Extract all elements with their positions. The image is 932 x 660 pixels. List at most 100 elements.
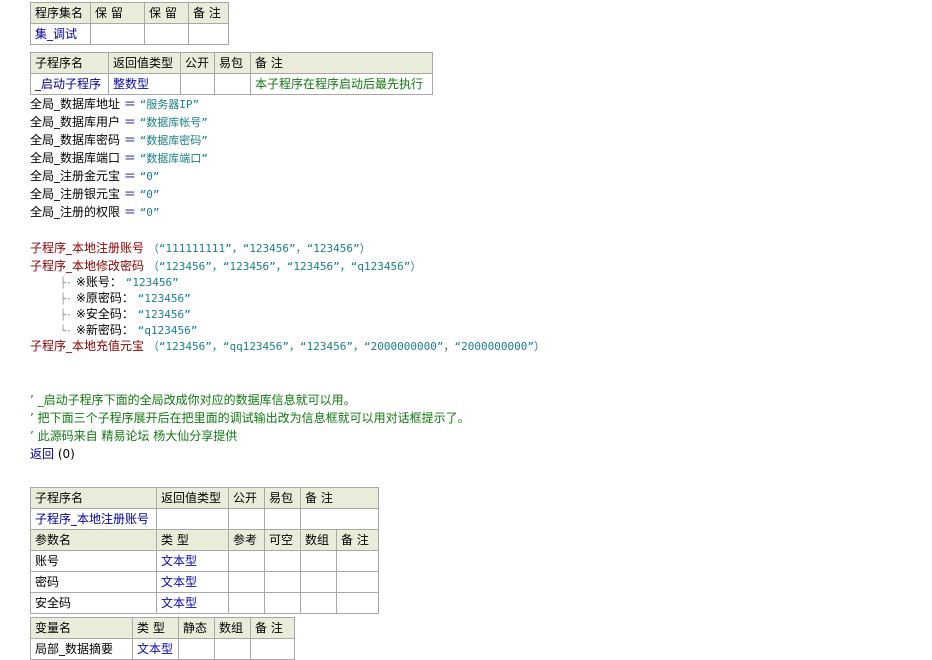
cell[interactable] — [228, 508, 265, 530]
assembly-row[interactable]: 集_调试 — [30, 23, 229, 45]
header-cell: 数组 — [300, 529, 337, 551]
param-name-cell[interactable]: 账号 — [30, 550, 157, 572]
param-row[interactable]: 安全码 文本型 — [30, 592, 380, 614]
code-line[interactable]: 全局_数据库地址 ＝ “服务器IP” — [30, 95, 199, 113]
var-type-cell[interactable]: 文本型 — [132, 638, 179, 660]
tree-branch-icon: ├· — [60, 310, 73, 321]
var-name: 全局_数据库密码 — [30, 133, 121, 147]
cell[interactable] — [264, 592, 301, 614]
cell[interactable] — [214, 638, 251, 660]
header-cell: 保 留 — [90, 2, 145, 24]
code-line[interactable]: 返回 (0) — [30, 445, 75, 463]
cell[interactable] — [264, 550, 301, 572]
sub-name-cell[interactable]: _启动子程序 — [30, 73, 109, 95]
code-line[interactable]: 全局_注册的权限 ＝ “0” — [30, 203, 160, 221]
cell[interactable] — [335, 550, 380, 572]
param-tree-item[interactable]: ├· ※安全码： “123456” — [60, 306, 191, 322]
remark-cell[interactable]: 本子程序在程序启动后最先执行 — [250, 73, 433, 95]
sub-name-cell[interactable]: 子程序_本地注册账号 — [30, 508, 157, 530]
header-cell: 备 注 — [299, 487, 380, 509]
cell[interactable] — [300, 571, 337, 593]
operator: ＝ — [123, 133, 136, 147]
code-line[interactable]: 全局_数据库密码 ＝ “数据库密码” — [30, 131, 208, 149]
param-tree-item[interactable]: └· ※新密码： “q123456” — [60, 322, 197, 338]
param-row[interactable]: 账号 文本型 — [30, 550, 380, 572]
register-sub-table: 子程序名 返回值类型 公开 易包 备 注 子程序_本地注册账号 参数名 类 型 … — [30, 487, 380, 614]
param-name-cell[interactable]: 密码 — [30, 571, 157, 593]
cell[interactable] — [300, 550, 337, 572]
cell[interactable] — [178, 638, 215, 660]
header-cell: 易包 — [214, 52, 251, 74]
cell[interactable] — [264, 571, 301, 593]
header-cell: 公开 — [180, 52, 215, 74]
param-label: ※账号： — [75, 275, 122, 289]
param-row[interactable]: 密码 文本型 — [30, 571, 380, 593]
cell[interactable] — [300, 592, 337, 614]
return-type-cell[interactable]: 整数型 — [108, 73, 181, 95]
header-cell: 备 注 — [250, 617, 295, 639]
header-cell: 程序集名 — [30, 2, 91, 24]
cell[interactable] — [214, 73, 251, 95]
header-cell: 易包 — [264, 487, 301, 509]
cell[interactable] — [228, 592, 265, 614]
header-cell: 备 注 — [188, 2, 229, 24]
param-name-cell[interactable]: 安全码 — [30, 592, 157, 614]
code-line[interactable]: 子程序_本地充值元宝 （“123456”，“qq123456”，“123456”… — [30, 337, 545, 355]
cell[interactable] — [228, 550, 265, 572]
assembly-name-cell[interactable]: 集_调试 — [30, 23, 91, 45]
param-tree-item[interactable]: ├· ※原密码： “123456” — [60, 290, 191, 306]
operator: ＝ — [123, 187, 136, 201]
cell[interactable] — [180, 73, 215, 95]
var-name: 全局_数据库用户 — [30, 115, 121, 129]
comment-line[interactable]: ’ 把下面三个子程序展开后在把里面的调试输出改为信息框就可以用对话框提示了。 — [30, 409, 470, 427]
code-line[interactable]: 全局_注册金元宝 ＝ “0” — [30, 167, 160, 185]
code-line[interactable]: 子程序_本地注册账号 （“111111111”，“123456”，“123456… — [30, 239, 371, 257]
string-literal: “服务器IP” — [139, 98, 200, 111]
param-type-cell[interactable]: 文本型 — [156, 550, 229, 572]
sub-header-row: 子程序名 返回值类型 公开 易包 备 注 — [30, 487, 380, 509]
var-name: 全局_注册银元宝 — [30, 187, 121, 201]
cell[interactable] — [144, 23, 189, 45]
cell[interactable] — [250, 638, 295, 660]
call-name: 子程序_本地充值元宝 — [30, 339, 145, 353]
code-line[interactable]: 全局_注册银元宝 ＝ “0” — [30, 185, 160, 203]
cell[interactable] — [299, 508, 380, 530]
header-cell: 备 注 — [335, 529, 380, 551]
tree-branch-icon: ├· — [60, 294, 73, 305]
cell[interactable] — [335, 571, 380, 593]
param-tree-item[interactable]: ├· ※账号： “123456” — [60, 274, 179, 290]
tree-branch-end-icon: └· — [60, 326, 73, 337]
var-header-row: 变量名 类 型 静态 数组 备 注 — [30, 617, 295, 639]
string-literal: “数据库端口” — [139, 152, 208, 165]
code-line[interactable]: 全局_数据库用户 ＝ “数据库帐号” — [30, 113, 208, 131]
header-cell: 静态 — [178, 617, 215, 639]
header-cell: 数组 — [214, 617, 251, 639]
code-line[interactable]: 子程序_本地修改密码 （“123456”，“123456”，“123456”，“… — [30, 257, 421, 275]
string-literal: “数据库密码” — [139, 134, 208, 147]
header-cell: 变量名 — [30, 617, 133, 639]
code-line[interactable]: 全局_数据库端口 ＝ “数据库端口” — [30, 149, 208, 167]
sub-row[interactable]: _启动子程序 整数型 本子程序在程序启动后最先执行 — [30, 73, 433, 95]
cell[interactable] — [228, 571, 265, 593]
cell[interactable] — [264, 508, 301, 530]
var-row[interactable]: 局部_数据摘要 文本型 — [30, 638, 295, 660]
var-name-cell[interactable]: 局部_数据摘要 — [30, 638, 133, 660]
return-keyword: 返回 — [30, 447, 55, 461]
cell[interactable] — [90, 23, 145, 45]
header-cell: 返回值类型 — [108, 52, 181, 74]
cell[interactable] — [188, 23, 229, 45]
sub-row[interactable]: 子程序_本地注册账号 — [30, 508, 380, 530]
comment-line[interactable]: ’ _启动子程序下面的全局改成你对应的数据库信息就可以用。 — [30, 391, 356, 409]
comment-line[interactable]: ’ 此源码来自 精易论坛 杨大仙分享提供 — [30, 427, 237, 445]
param-label: ※新密码： — [75, 323, 134, 337]
param-type-cell[interactable]: 文本型 — [156, 571, 229, 593]
header-cell: 公开 — [228, 487, 265, 509]
param-value: “123456” — [137, 292, 191, 305]
cell[interactable] — [156, 508, 229, 530]
param-type-cell[interactable]: 文本型 — [156, 592, 229, 614]
header-cell: 可空 — [264, 529, 301, 551]
assembly-header-row: 程序集名 保 留 保 留 备 注 — [30, 2, 229, 24]
cell[interactable] — [335, 592, 380, 614]
call-args: （“123456”，“123456”，“123456”，“q123456”） — [147, 260, 422, 273]
editor-gutter — [0, 0, 22, 654]
